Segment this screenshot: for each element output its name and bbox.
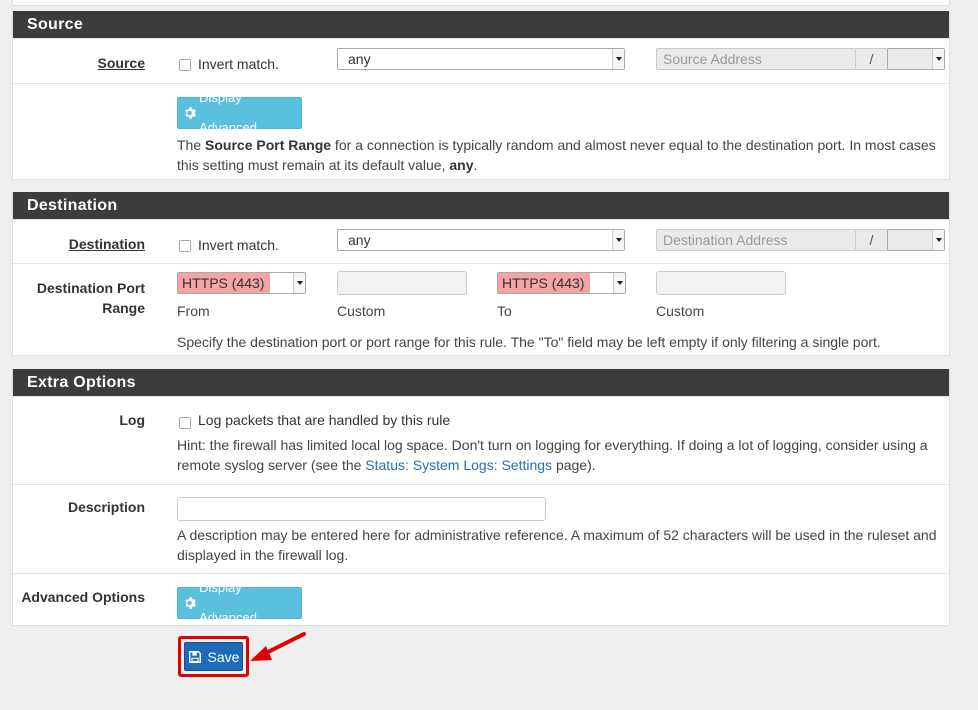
source-display-advanced-button[interactable]: Display Advanced — [177, 90, 302, 135]
source-port-help: The Source Port Range for a connection i… — [177, 135, 937, 175]
description-label: Description — [67, 499, 145, 515]
port-label-line1: Destination Port — [36, 280, 145, 296]
chevron-down-icon — [612, 49, 624, 69]
destination-row: Destination Invert match. any Destinatio… — [13, 219, 949, 263]
help-text: The — [177, 137, 206, 153]
hint-text: page). — [552, 457, 596, 473]
description-input[interactable] — [177, 497, 546, 521]
description-row: Description A description may be entered… — [13, 484, 949, 573]
destination-port-row: Destination Port Range HTTPS (443) HTTPS… — [13, 263, 949, 356]
destination-port-to-custom[interactable] — [656, 271, 786, 295]
help-text: . — [473, 157, 478, 173]
source-heading: Source — [13, 11, 949, 38]
destination-slash: / — [855, 229, 888, 251]
destination-port-label: Destination Port Range — [37, 278, 145, 318]
source-row: Source Invert match. any Source Address … — [13, 38, 949, 83]
destination-address-input[interactable]: Destination Address — [656, 229, 856, 251]
save-label: Save — [207, 648, 240, 665]
destination-panel: Destination Destination Invert match. an… — [12, 192, 950, 356]
description-help: A description may be entered here for ad… — [177, 527, 937, 563]
gear-icon — [185, 107, 196, 119]
chevron-down-icon — [932, 230, 944, 250]
source-type-value: any — [348, 51, 371, 67]
log-label: Log — [119, 412, 145, 428]
destination-mask-select[interactable] — [887, 229, 945, 251]
source-slash: / — [855, 48, 888, 70]
help-bold: Source Port Range — [205, 137, 332, 153]
source-invert-label: Invert match. — [198, 56, 279, 72]
source-mask-select[interactable] — [887, 48, 945, 70]
log-checkbox[interactable] — [179, 417, 191, 429]
source-invert-checkbox[interactable] — [179, 59, 191, 71]
chevron-down-icon — [932, 49, 944, 69]
log-row: Log Log packets that are handled by this… — [13, 396, 949, 484]
source-label[interactable]: Source — [98, 53, 145, 73]
from-caption: From — [177, 303, 210, 319]
chevron-down-icon — [613, 273, 625, 293]
advanced-display-advanced-label: Display Advanced — [199, 580, 257, 625]
chevron-down-icon — [612, 230, 624, 250]
to-caption: To — [497, 303, 512, 319]
advanced-display-advanced-button[interactable]: Display Advanced — [177, 580, 302, 625]
destination-invert-label: Invert match. — [198, 237, 279, 253]
destination-port-from-custom[interactable] — [337, 271, 467, 295]
destination-label[interactable]: Destination — [69, 234, 145, 254]
port-from-value: HTTPS (443) — [178, 273, 271, 293]
port-label-line2: Range — [102, 300, 145, 316]
destination-heading: Destination — [13, 192, 949, 219]
destination-invert-checkbox[interactable] — [179, 240, 191, 252]
custom-caption-1: Custom — [337, 303, 386, 319]
annotation-arrow-icon — [250, 632, 306, 661]
destination-type-value: any — [348, 232, 371, 248]
destination-port-from-select[interactable]: HTTPS (443) — [177, 272, 306, 294]
chevron-down-icon — [293, 273, 305, 293]
destination-port-help: Specify the destination port or port ran… — [177, 334, 881, 350]
extra-options-panel: Extra Options Log Log packets that are h… — [12, 369, 950, 626]
destination-type-select[interactable]: any — [337, 229, 625, 251]
destination-port-to-select[interactable]: HTTPS (443) — [497, 272, 626, 294]
log-checkbox-label: Log packets that are handled by this rul… — [198, 412, 451, 428]
source-advanced-row: Display Advanced The Source Port Range f… — [13, 83, 949, 180]
floppy-disk-icon — [188, 650, 201, 663]
save-button[interactable]: Save — [184, 642, 243, 671]
advanced-options-label: Advanced Options — [21, 589, 145, 605]
previous-panel-edge — [12, 0, 950, 6]
advanced-options-row: Advanced Options Display Advanced — [13, 573, 949, 625]
extra-options-heading: Extra Options — [13, 369, 949, 396]
system-logs-settings-link[interactable]: Status: System Logs: Settings — [365, 457, 552, 473]
source-address-input[interactable]: Source Address — [656, 48, 856, 70]
source-panel: Source Source Invert match. any Source A… — [12, 11, 950, 180]
help-bold-any: any — [449, 157, 474, 173]
save-button-highlight: Save — [178, 636, 249, 677]
source-type-select[interactable]: any — [337, 48, 625, 70]
log-hint: Hint: the firewall has limited local log… — [177, 435, 937, 475]
gear-icon — [185, 597, 196, 609]
custom-caption-2: Custom — [656, 303, 705, 319]
port-to-value: HTTPS (443) — [498, 273, 591, 293]
source-display-advanced-label: Display Advanced — [199, 90, 257, 135]
